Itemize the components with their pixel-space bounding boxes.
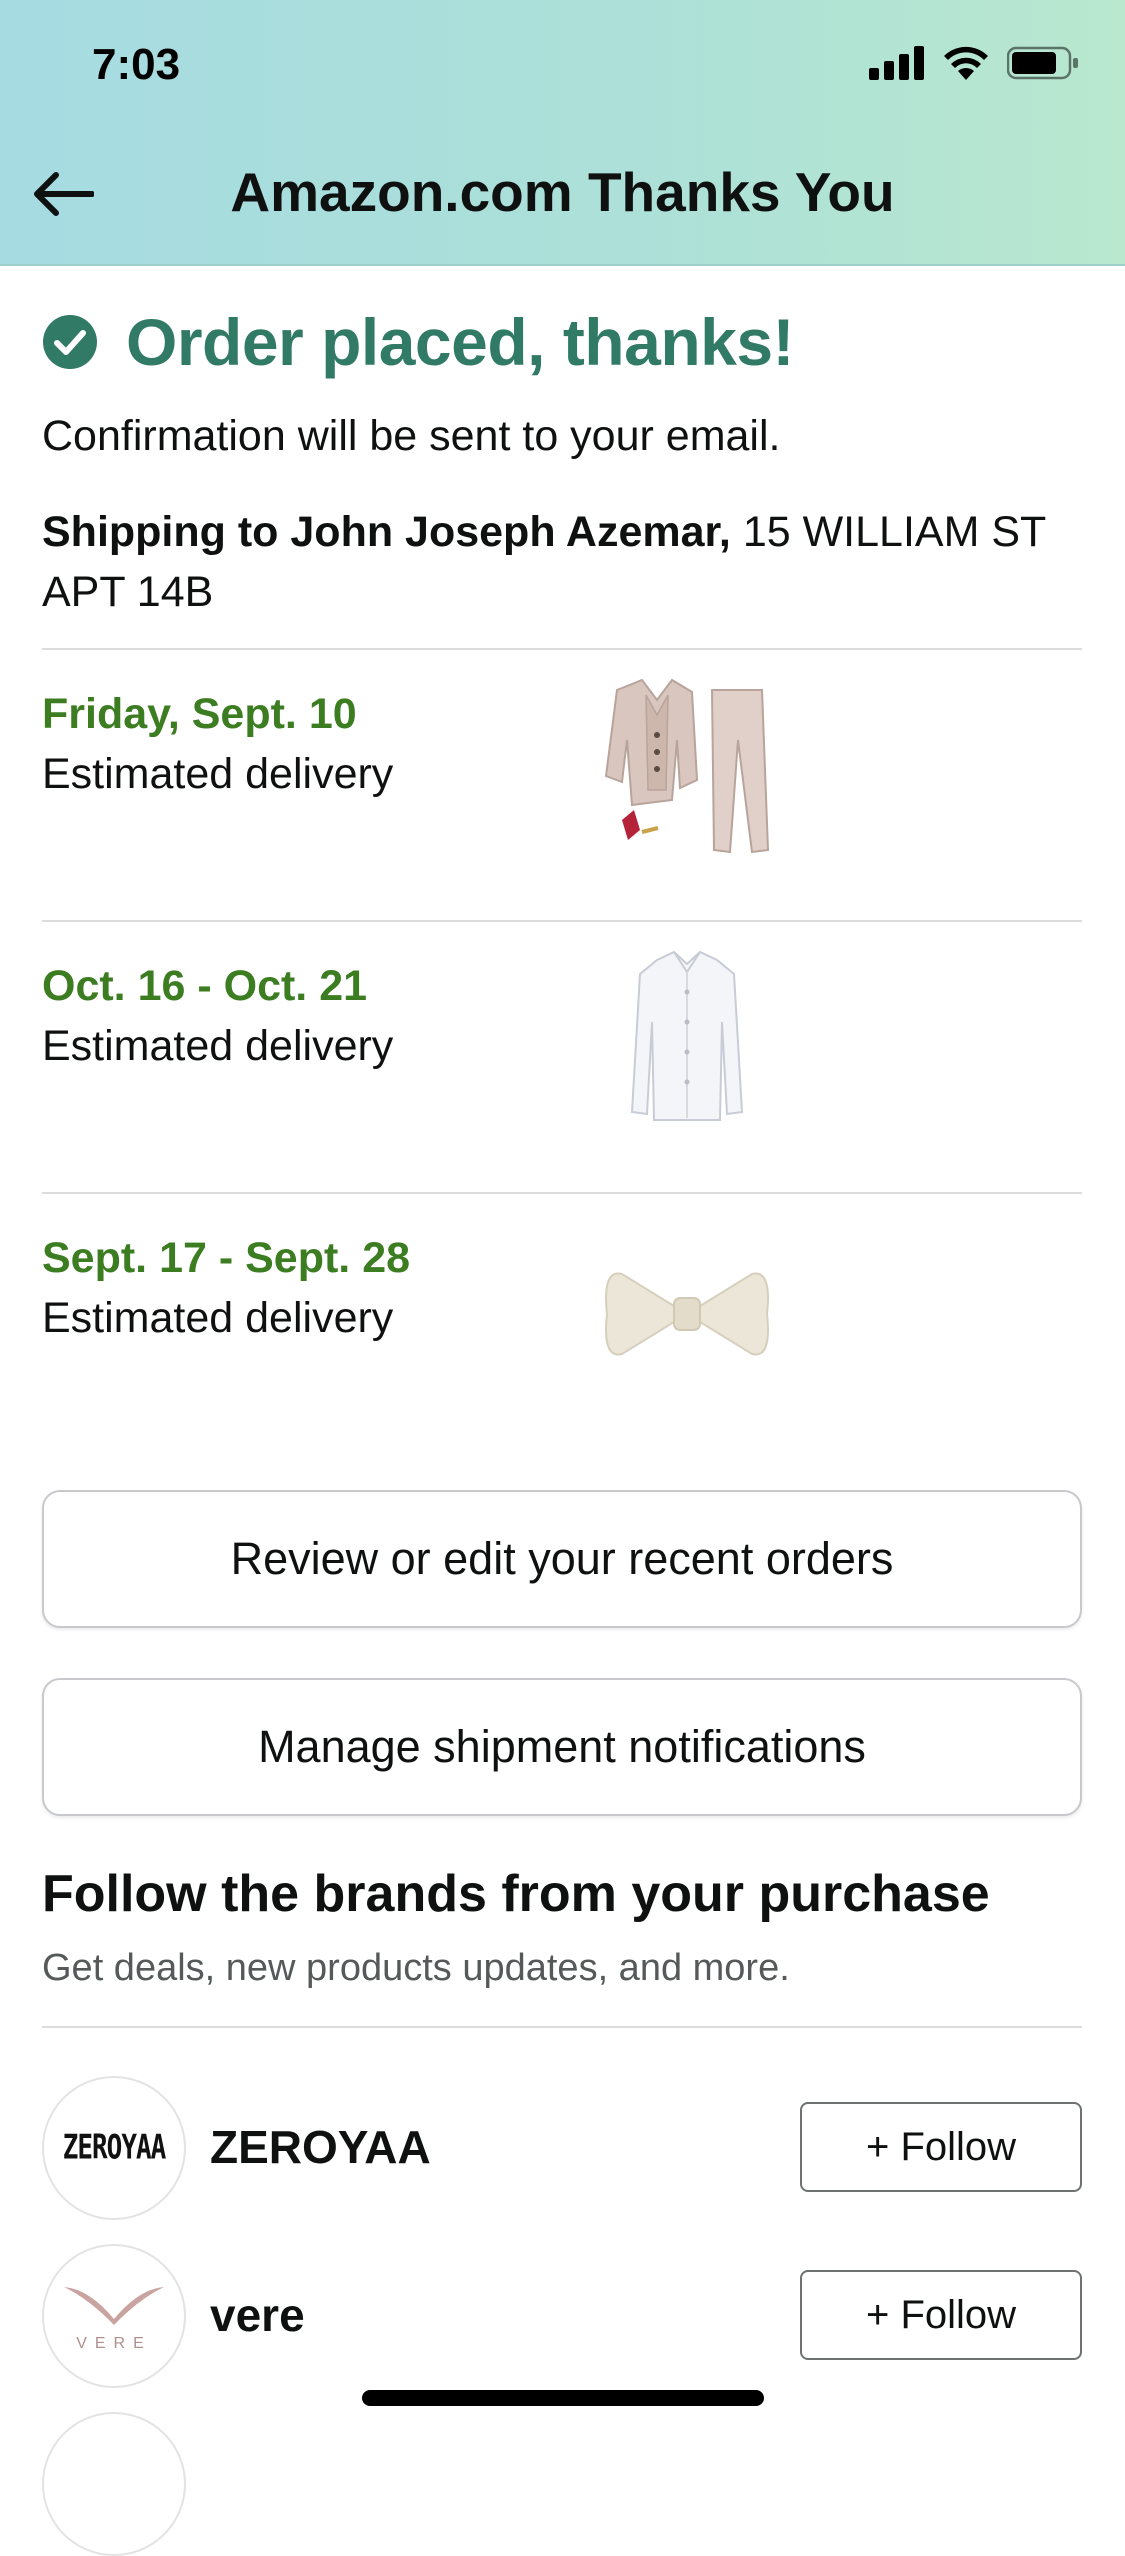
follow-button[interactable]: + Follow [800, 2102, 1082, 2192]
brand-row-zeroyaa: ZEROYAA ZEROYAA + Follow [42, 2076, 1082, 2226]
shirt-icon[interactable] [562, 942, 812, 1142]
wifi-icon [944, 46, 988, 80]
brands-section-subtitle: Get deals, new products updates, and mor… [42, 1947, 790, 1989]
battery-icon [1007, 46, 1078, 80]
order-placed-banner: Order placed, thanks! [42, 304, 795, 380]
brand-name[interactable]: ZEROYAA [210, 2120, 431, 2174]
delivery-label: Estimated delivery [42, 750, 394, 798]
status-time: 7:03 [92, 40, 181, 89]
brand-logo-text: ZEROYAA [62, 2128, 167, 2168]
delivery-date: Sept. 17 - Sept. 28 [42, 1234, 411, 1282]
delivery-group[interactable]: Sept. 17 - Sept. 28 Estimated delivery [42, 1194, 1082, 1464]
follow-button[interactable]: + Follow [800, 2270, 1082, 2360]
delivery-group[interactable]: Friday, Sept. 10 Estimated delivery [42, 650, 1082, 920]
page-title: Amazon.com Thanks You [230, 161, 895, 223]
confirmation-message: Confirmation will be sent to your email. [42, 412, 781, 460]
delivery-date: Friday, Sept. 10 [42, 690, 357, 738]
manage-notifications-button[interactable]: Manage shipment notifications [42, 1678, 1082, 1816]
cellular-signal-icon [869, 46, 924, 80]
divider [42, 2026, 1082, 2028]
delivery-label: Estimated delivery [42, 1022, 394, 1070]
check-circle-icon [43, 315, 97, 369]
review-orders-button[interactable]: Review or edit your recent orders [42, 1490, 1082, 1628]
shipping-address: Shipping to John Joseph Azemar, 15 WILLI… [42, 502, 1082, 622]
brands-section-title: Follow the brands from your purchase [42, 1865, 990, 1923]
delivery-label: Estimated delivery [42, 1294, 394, 1342]
brand-logo-partial [42, 2412, 186, 2556]
status-icons [869, 46, 1079, 80]
delivery-date: Oct. 16 - Oct. 21 [42, 962, 368, 1010]
brand-row-vere: VERE vere + Follow [42, 2244, 1082, 2394]
bowtie-icon[interactable] [562, 1214, 812, 1414]
home-indicator [362, 2390, 764, 2406]
suit-icon[interactable] [562, 670, 812, 870]
delivery-group[interactable]: Oct. 16 - Oct. 21 Estimated delivery [42, 922, 1082, 1192]
brand-name[interactable]: vere [210, 2288, 305, 2342]
brand-logo[interactable]: ZEROYAA [42, 2076, 186, 2220]
brand-logo[interactable]: VERE [42, 2244, 186, 2388]
shipping-name: Shipping to John Joseph Azemar, [42, 508, 731, 556]
vere-logo-icon [64, 2287, 164, 2325]
app-header: 7:03 Amazon.com Thanks You [0, 0, 1125, 266]
brand-logo-text: VERE [76, 2335, 152, 2352]
order-placed-title: Order placed, thanks! [126, 305, 795, 379]
